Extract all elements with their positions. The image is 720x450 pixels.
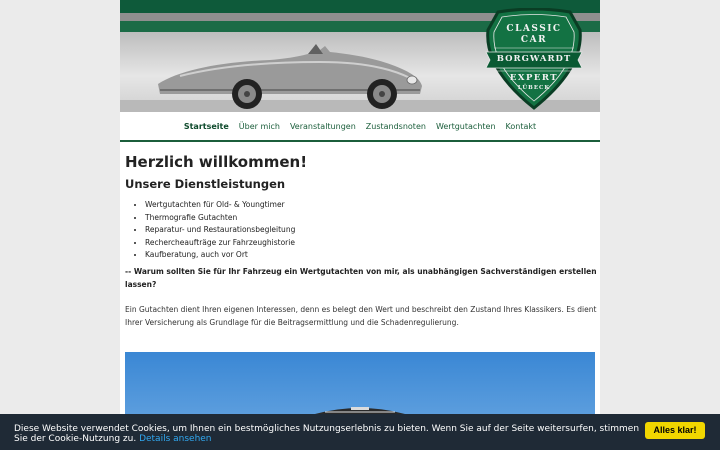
header-banner: CLASSIC CAR BORGWARDT EXPERT LÜBECK (120, 0, 600, 112)
logo-text-luebeck: LÜBECK (517, 85, 551, 91)
logo-text-expert: EXPERT (509, 73, 559, 83)
cookie-details-link[interactable]: Details ansehen (139, 434, 211, 444)
cookie-message-text: Diese Website verwendet Cookies, um Ihne… (14, 424, 640, 444)
nav-item-ueber-mich[interactable]: Über mich (234, 113, 285, 140)
list-item: Rechercheaufträge zur Fahrzeughistorie (145, 237, 597, 250)
classic-car-expert-logo: CLASSIC CAR BORGWARDT EXPERT LÜBECK (480, 8, 588, 110)
nav-item-startseite[interactable]: Startseite (179, 113, 234, 140)
nav-item-kontakt[interactable]: Kontakt (501, 113, 542, 140)
page-container: CLASSIC CAR BORGWARDT EXPERT LÜBECK Star… (120, 0, 600, 450)
main-navigation: Startseite Über mich Veranstaltungen Zus… (120, 113, 600, 140)
page-title: Herzlich willkommen! (125, 153, 308, 171)
nav-divider (120, 140, 600, 142)
logo-text-borgwardt: BORGWARDT (496, 54, 572, 64)
logo-text-car: CAR (520, 35, 548, 45)
list-item: Kaufberatung, auch vor Ort (145, 249, 597, 262)
list-item: Wertgutachten für Old- & Youngtimer (145, 199, 597, 212)
main-content: Herzlich willkommen! Unsere Dienstleistu… (125, 152, 597, 329)
body-paragraph: Ein Gutachten dient Ihren eigenen Intere… (125, 304, 597, 327)
nav-item-zustandsnoten[interactable]: Zustandsnoten (361, 113, 431, 140)
services-list: Wertgutachten für Old- & Youngtimer Ther… (145, 199, 597, 262)
list-item: Thermografie Gutachten (145, 212, 597, 225)
section-title: Unsere Dienstleistungen (125, 177, 286, 191)
cookie-accept-button[interactable]: Alles klar! (645, 422, 705, 439)
question-text: -- Warum sollten Sie für Ihr Fahrzeug ei… (125, 266, 597, 289)
cookie-banner: Diese Website verwendet Cookies, um Ihne… (0, 414, 720, 450)
list-item: Reparatur- und Restaurationsbegleitung (145, 224, 597, 237)
nav-item-veranstaltungen[interactable]: Veranstaltungen (285, 113, 361, 140)
logo-text-classic: CLASSIC (506, 24, 562, 34)
cookie-message: Diese Website verwendet Cookies, um Ihne… (14, 424, 644, 444)
nav-item-wertgutachten[interactable]: Wertgutachten (431, 113, 501, 140)
